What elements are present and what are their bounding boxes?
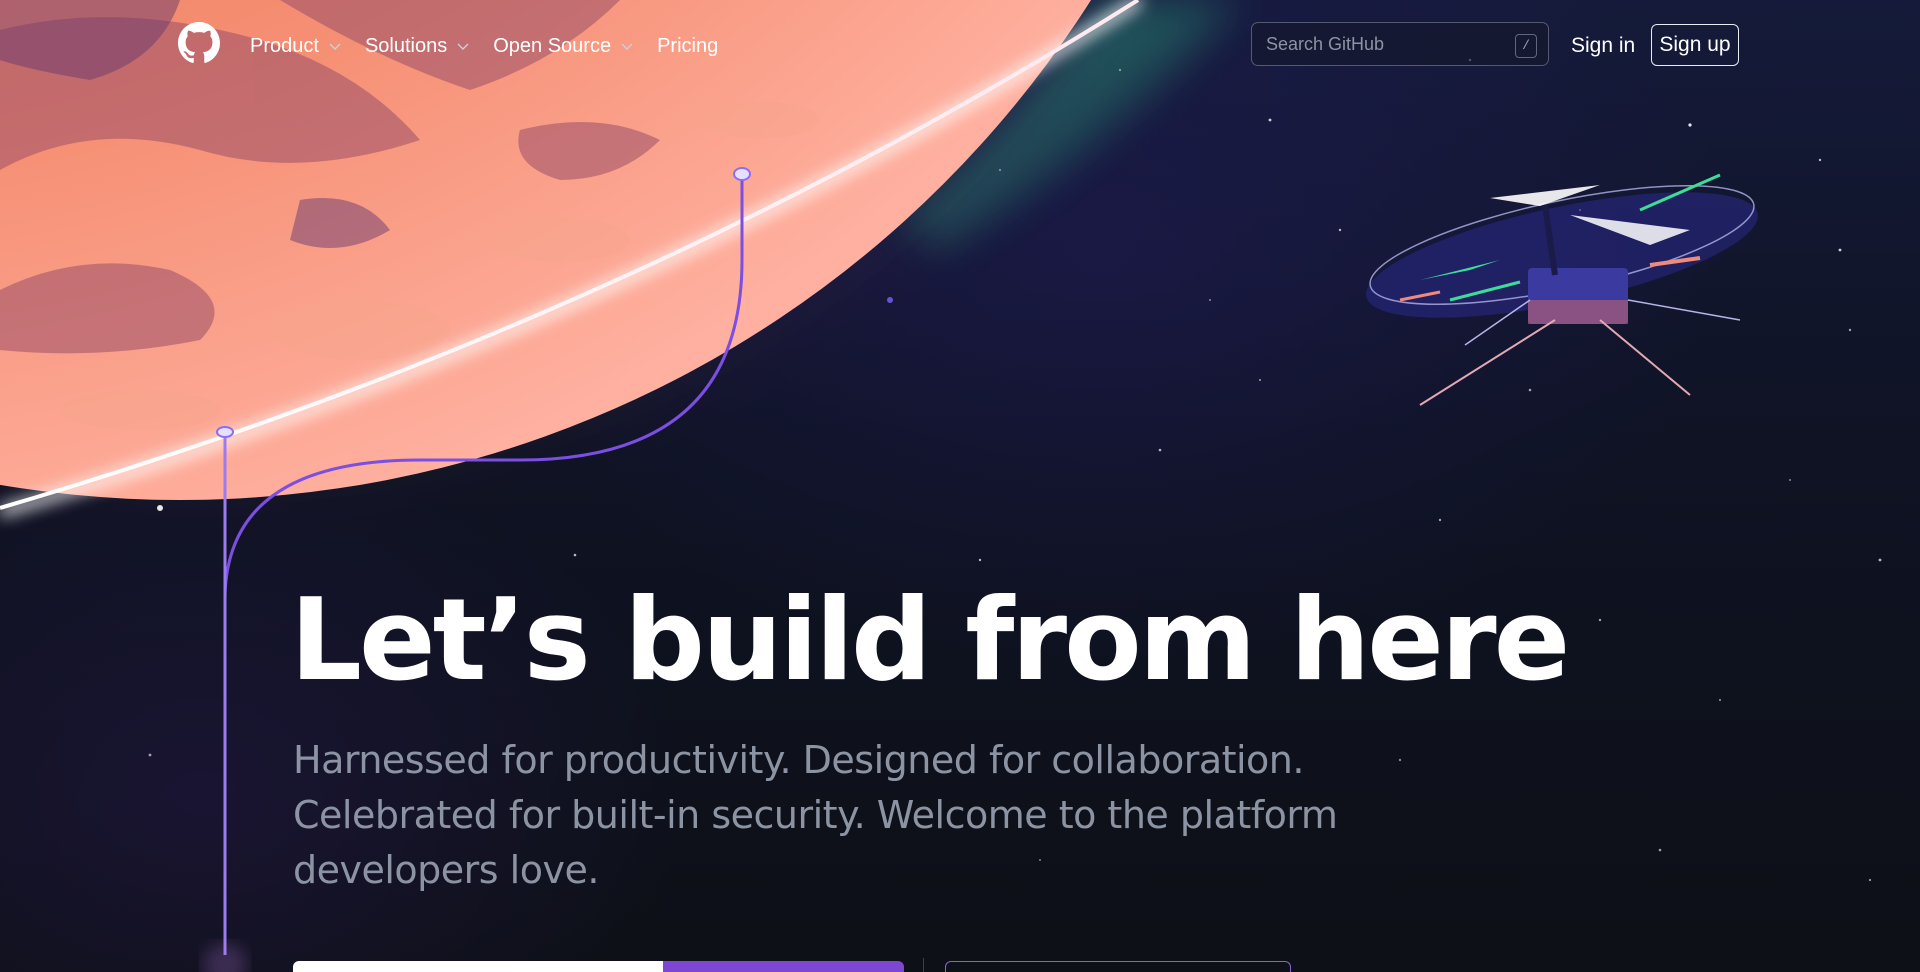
nav-open-source[interactable]: Open Source [493,30,635,62]
github-mark-icon [178,22,220,63]
chevron-down-icon [621,43,633,50]
search-box[interactable]: / [1251,22,1549,66]
nav-open-source-label: Open Source [493,35,612,57]
nav-product[interactable]: Product [250,30,343,62]
sign-up-for-github-button[interactable] [663,961,904,972]
chevron-down-icon [329,43,341,50]
nav-pricing-label: Pricing [657,35,719,57]
secondary-cta-button[interactable] [945,961,1291,972]
search-input[interactable] [1266,23,1496,65]
drone-illustration [1366,173,1758,406]
email-input[interactable] [293,961,663,972]
search-shortcut-key: / [1515,34,1537,58]
nav-product-label: Product [250,35,319,57]
site-header: Product Solutions Open Source Pricing / … [0,0,1920,92]
cta-divider [923,958,924,972]
hero-subtitle: Harnessed for productivity. Designed for… [293,738,1338,892]
nav-pricing[interactable]: Pricing [657,30,718,62]
hero-title: Let’s build from here [290,574,1570,706]
nav-solutions[interactable]: Solutions [365,30,471,62]
nav-solutions-label: Solutions [364,35,448,57]
chevron-down-icon [457,43,469,50]
sign-in-link[interactable]: Sign in [1571,30,1635,62]
primary-nav: Product Solutions Open Source Pricing [250,30,740,62]
github-logo-icon[interactable] [178,22,220,64]
sign-up-button[interactable]: Sign up [1651,24,1739,66]
